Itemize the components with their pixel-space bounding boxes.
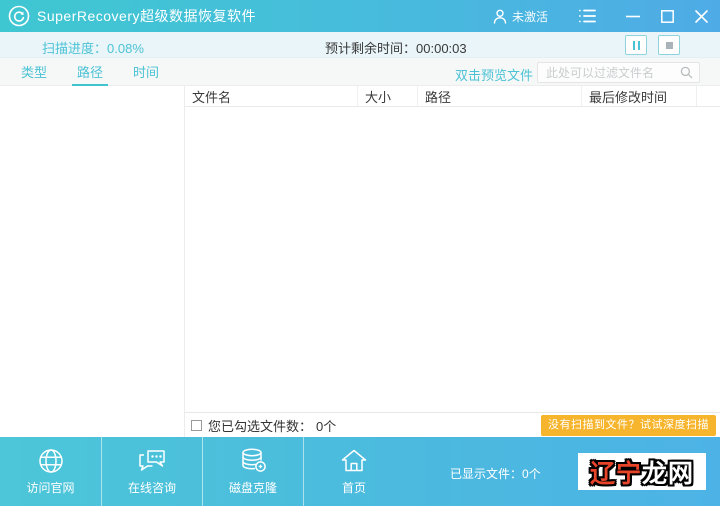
column-header-mtime[interactable]: 最后修改时间 bbox=[582, 86, 697, 106]
path-tree-panel bbox=[0, 86, 185, 437]
tabbar: 类型 路径 时间 双击预览文件 bbox=[0, 58, 720, 86]
activation-status-label: 未激活 bbox=[511, 9, 548, 24]
toolbar-item-home[interactable]: 首页 bbox=[303, 437, 404, 506]
scan-progress-value: 0.08% bbox=[107, 41, 144, 56]
globe-icon bbox=[36, 447, 66, 475]
menu-icon[interactable] bbox=[570, 0, 604, 32]
toolbar-item-label: 访问官网 bbox=[26, 481, 75, 495]
file-table-body bbox=[185, 107, 720, 412]
activation-status[interactable]: 未激活 bbox=[493, 8, 548, 25]
minimize-button[interactable] bbox=[616, 0, 650, 32]
file-table: 文件名 大小 路径 最后修改时间 您已勾选文件数： 0个 没有扫描到文件？试试深… bbox=[185, 86, 720, 437]
chat-icon bbox=[136, 447, 168, 475]
watermark-text-white: 龙网 bbox=[642, 458, 695, 488]
titlebar: SuperRecovery超级数据恢复软件 未激活 bbox=[0, 0, 720, 32]
tab-type[interactable]: 类型 bbox=[16, 58, 52, 86]
statusbar: 扫描进度：0.08% 预计剩余时间：00:00:03 bbox=[0, 32, 720, 58]
files-shown-label: 已显示文件： bbox=[450, 467, 523, 481]
scan-progress-label: 扫描进度： bbox=[42, 41, 108, 56]
column-header-path[interactable]: 路径 bbox=[418, 86, 582, 106]
files-shown-value: 0个 bbox=[522, 467, 541, 481]
eta-label: 预计剩余时间： bbox=[325, 41, 417, 56]
watermark: 辽宁 龙网 bbox=[578, 453, 706, 490]
watermark-text-red: 辽宁 bbox=[589, 458, 642, 488]
pause-button[interactable] bbox=[625, 35, 647, 55]
app-window: SuperRecovery超级数据恢复软件 未激活 扫描进度：0.08% 预计剩… bbox=[0, 0, 720, 506]
app-title: SuperRecovery超级数据恢复软件 bbox=[37, 8, 256, 24]
column-header-size[interactable]: 大小 bbox=[358, 86, 418, 106]
deep-scan-button[interactable]: 没有扫描到文件？试试深度扫描 bbox=[541, 415, 716, 436]
checked-count-value: 0个 bbox=[316, 418, 337, 434]
main-content: 文件名 大小 路径 最后修改时间 您已勾选文件数： 0个 没有扫描到文件？试试深… bbox=[0, 86, 720, 437]
select-all-checkbox[interactable] bbox=[191, 419, 202, 431]
files-shown: 已显示文件：0个 bbox=[450, 465, 541, 482]
toolbar-items: 访问官网 在线咨询 磁盘克隆 首页 bbox=[0, 437, 404, 506]
maximize-button[interactable] bbox=[650, 0, 684, 32]
toolbar-item-support[interactable]: 在线咨询 bbox=[101, 437, 202, 506]
column-header-spacer bbox=[697, 86, 720, 106]
checked-count-label: 您已勾选文件数： bbox=[208, 418, 313, 434]
home-icon bbox=[339, 447, 369, 475]
tab-time[interactable]: 时间 bbox=[128, 58, 164, 86]
eta-value: 00:00:03 bbox=[416, 41, 467, 56]
toolbar-item-label: 在线咨询 bbox=[127, 481, 176, 495]
bottom-toolbar: 访问官网 在线咨询 磁盘克隆 首页 已显示文件：0个 辽宁 龙网 bbox=[0, 437, 720, 506]
scan-progress: 扫描进度：0.08% bbox=[42, 38, 144, 57]
column-header-filename[interactable]: 文件名 bbox=[185, 86, 358, 106]
toolbar-item-diskclone[interactable]: 磁盘克隆 bbox=[202, 437, 303, 506]
pause-icon bbox=[632, 40, 640, 50]
selection-bar: 您已勾选文件数： 0个 没有扫描到文件？试试深度扫描 bbox=[185, 412, 720, 437]
eta: 预计剩余时间：00:00:03 bbox=[325, 38, 467, 57]
tabs: 类型 路径 时间 bbox=[16, 58, 164, 86]
toolbar-item-website[interactable]: 访问官网 bbox=[0, 437, 101, 506]
close-button[interactable] bbox=[684, 0, 718, 32]
search-input[interactable] bbox=[538, 63, 699, 82]
stop-button[interactable] bbox=[658, 35, 680, 55]
disk-clone-icon bbox=[238, 447, 268, 475]
stop-icon bbox=[665, 41, 673, 49]
search-icon[interactable] bbox=[680, 66, 693, 79]
tab-path[interactable]: 路径 bbox=[72, 58, 109, 86]
file-table-header: 文件名 大小 路径 最后修改时间 bbox=[185, 86, 720, 107]
toolbar-item-label: 磁盘克隆 bbox=[228, 481, 277, 495]
preview-hint: 双击预览文件 bbox=[455, 68, 534, 83]
toolbar-item-label: 首页 bbox=[341, 481, 366, 495]
user-icon bbox=[493, 9, 507, 24]
search-box bbox=[537, 62, 700, 83]
app-logo-icon bbox=[8, 5, 30, 27]
